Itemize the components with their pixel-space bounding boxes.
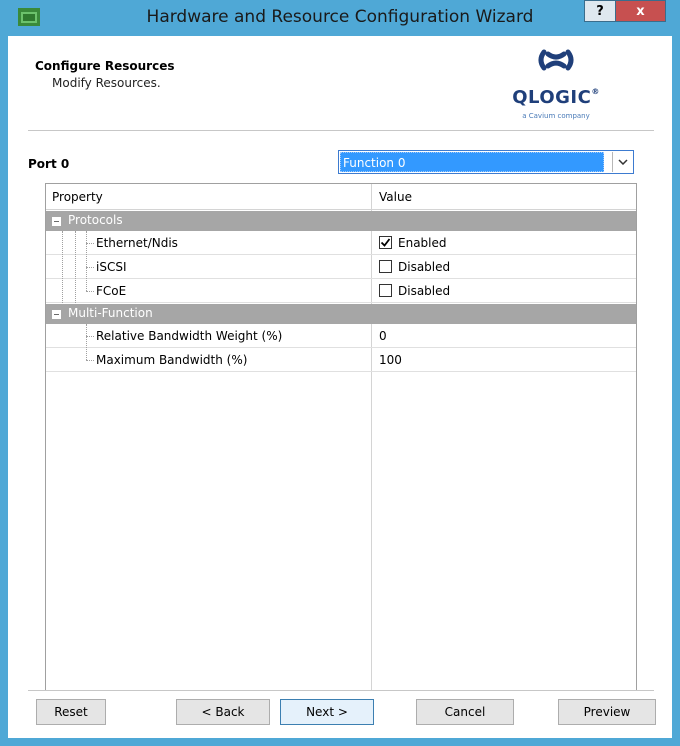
port-label: Port 0 [28,157,70,171]
category-multi-function[interactable]: Multi-Function [46,304,636,324]
wizard-window: Hardware and Resource Configuration Wiza… [0,0,680,746]
function-dropdown-value: Function 0 [340,152,604,172]
qlogic-mark-icon [538,49,574,71]
row-relative-bandwidth[interactable]: Relative Bandwidth Weight (%) 0 [46,324,636,348]
property-value[interactable]: 100 [379,353,402,367]
title-bar[interactable]: Hardware and Resource Configuration Wiza… [0,0,680,36]
ethernet-checkbox[interactable] [379,236,392,249]
tree-line [86,336,94,337]
page-title: Configure Resources [35,59,175,73]
cancel-button[interactable]: Cancel [416,699,514,725]
tree-line [86,360,94,361]
column-header-property[interactable]: Property [52,190,103,204]
property-grid[interactable]: Property Value Protocols Ethernet/Ndis E… [45,183,637,691]
property-value[interactable]: 0 [379,329,387,343]
function-dropdown[interactable]: Function 0 [338,150,634,174]
property-name: iSCSI [96,260,127,274]
tree-line [86,324,87,360]
collapse-icon[interactable] [52,310,61,319]
property-value: Disabled [398,260,451,274]
reset-button[interactable]: Reset [36,699,106,725]
fcoe-checkbox[interactable] [379,284,392,297]
header-separator [28,130,654,131]
window-title: Hardware and Resource Configuration Wiza… [146,7,534,27]
tree-line [62,231,63,303]
tree-line [86,243,94,244]
logo-tagline: a Cavium company [522,112,590,120]
property-value: Enabled [398,236,447,250]
property-name: Ethernet/Ndis [96,236,178,250]
close-button[interactable]: x [616,0,666,22]
collapse-icon[interactable] [52,217,61,226]
chevron-down-icon[interactable] [612,152,632,172]
category-label: Protocols [68,213,123,227]
tree-line [86,291,94,292]
property-name: Relative Bandwidth Weight (%) [96,329,283,343]
iscsi-checkbox[interactable] [379,260,392,273]
tree-line [86,231,87,291]
next-button[interactable]: Next > [280,699,374,725]
tree-line [75,231,76,303]
row-fcoe[interactable]: FCoE Disabled [46,279,636,303]
footer-separator [28,690,654,691]
qlogic-logo: QLOGIC® a Cavium company [508,46,604,126]
property-value: Disabled [398,284,451,298]
property-name: FCoE [96,284,127,298]
logo-text: QLOGIC® [512,87,600,108]
row-maximum-bandwidth[interactable]: Maximum Bandwidth (%) 100 [46,348,636,372]
help-button[interactable]: ? [584,0,616,22]
page-subtitle: Modify Resources. [52,76,161,90]
preview-button[interactable]: Preview [558,699,656,725]
property-name: Maximum Bandwidth (%) [96,353,248,367]
category-protocols[interactable]: Protocols [46,211,636,231]
tree-line [86,267,94,268]
category-label: Multi-Function [68,306,153,320]
row-ethernet-ndis[interactable]: Ethernet/Ndis Enabled [46,231,636,255]
back-button[interactable]: < Back [176,699,270,725]
wizard-body: Configure Resources Modify Resources. QL… [8,36,672,738]
check-icon [380,238,391,247]
row-iscsi[interactable]: iSCSI Disabled [46,255,636,279]
column-header-value[interactable]: Value [379,190,412,204]
grid-header: Property Value [46,184,636,210]
